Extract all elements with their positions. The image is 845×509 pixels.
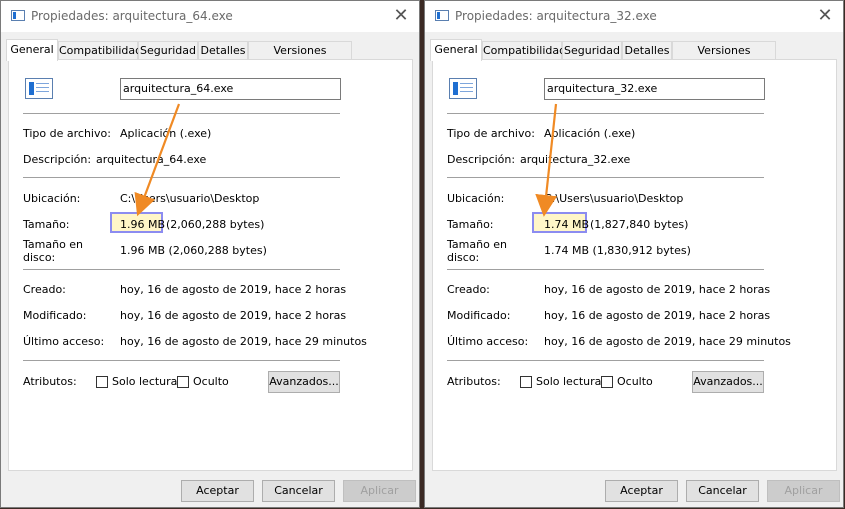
label-ultimo-acceso: Último acceso:	[447, 335, 529, 348]
value-descripcion: arquitectura_32.exe	[520, 153, 631, 166]
label-descripcion: Descripción:	[447, 153, 516, 166]
exe-file-icon	[25, 78, 53, 99]
avanzados-button[interactable]: Avanzados...	[268, 371, 340, 393]
value-tamano-disco: 1.74 MB (1,830,912 bytes)	[544, 244, 691, 257]
filename-field[interactable]: arquitectura_64.exe	[120, 78, 341, 100]
label-creado: Creado:	[23, 283, 66, 296]
label-modificado: Modificado:	[23, 309, 87, 322]
aplicar-button: Aplicar	[767, 480, 840, 502]
tab-seguridad[interactable]: Seguridad	[138, 41, 198, 59]
tab-versiones-anteriores[interactable]: Versiones anteriores	[672, 41, 776, 75]
general-panel: arquitectura_64.exe Tipo de archivo: Apl…	[8, 59, 413, 471]
value-tamano-mb: 1.74 MB	[544, 218, 590, 231]
label-tamano-disco-1: Tamaño en	[447, 238, 508, 251]
label-ultimo-acceso: Último acceso:	[23, 335, 105, 348]
label-solo-lectura[interactable]: Solo lectura	[536, 375, 601, 388]
value-modificado: hoy, 16 de agosto de 2019, hace 2 horas	[544, 309, 771, 322]
value-ultimo-acceso: hoy, 16 de agosto de 2019, hace 29 minut…	[120, 335, 367, 348]
general-panel: arquitectura_32.exe Tipo de archivo: Apl…	[432, 59, 837, 471]
tab-compatibilidad[interactable]: Compatibilidad	[58, 41, 142, 59]
separator	[23, 113, 340, 114]
label-oculto[interactable]: Oculto	[193, 375, 229, 388]
label-tamano-disco-1: Tamaño en	[23, 238, 84, 251]
label-ubicacion: Ubicación:	[23, 192, 81, 205]
filename-field[interactable]: arquitectura_32.exe	[544, 78, 765, 100]
properties-window-64: Propiedades: arquitectura_64.exe ✕ Gener…	[0, 0, 420, 508]
exe-file-icon	[449, 78, 477, 99]
window-title: Propiedades: arquitectura_32.exe	[455, 9, 657, 23]
tab-seguridad[interactable]: Seguridad	[562, 41, 622, 59]
label-atributos: Atributos:	[23, 375, 77, 388]
label-creado: Creado:	[447, 283, 490, 296]
title-bar[interactable]: Propiedades: arquitectura_32.exe ✕	[425, 1, 843, 32]
value-tamano-bytes: (2,060,288 bytes)	[166, 218, 265, 231]
aceptar-button[interactable]: Aceptar	[181, 480, 254, 502]
label-modificado: Modificado:	[447, 309, 511, 322]
cancelar-button[interactable]: Cancelar	[686, 480, 759, 502]
label-tamano-disco-2: disco:	[23, 251, 56, 264]
separator	[447, 269, 764, 270]
tab-detalles[interactable]: Detalles	[198, 41, 248, 59]
checkbox-solo-lectura[interactable]	[96, 376, 108, 388]
value-tamano-disco: 1.96 MB (2,060,288 bytes)	[120, 244, 267, 257]
checkbox-solo-lectura[interactable]	[520, 376, 532, 388]
window-icon	[435, 10, 449, 21]
checkbox-oculto[interactable]	[601, 376, 613, 388]
aplicar-button: Aplicar	[343, 480, 416, 502]
label-tipo: Tipo de archivo:	[447, 127, 535, 140]
value-ubicacion: C:\Users\usuario\Desktop	[120, 192, 260, 205]
value-modificado: hoy, 16 de agosto de 2019, hace 2 horas	[120, 309, 347, 322]
value-tipo: Aplicación (.exe)	[544, 127, 636, 140]
close-icon[interactable]: ✕	[813, 4, 837, 28]
label-tipo: Tipo de archivo:	[23, 127, 111, 140]
separator	[23, 177, 340, 178]
tab-versiones-anteriores[interactable]: Versiones anteriores	[248, 41, 352, 75]
tab-general[interactable]: General	[6, 39, 58, 61]
close-icon[interactable]: ✕	[389, 4, 413, 28]
separator	[23, 360, 340, 361]
cancelar-button[interactable]: Cancelar	[262, 480, 335, 502]
label-descripcion: Descripción:	[23, 153, 92, 166]
label-oculto[interactable]: Oculto	[617, 375, 653, 388]
value-creado: hoy, 16 de agosto de 2019, hace 2 horas	[120, 283, 347, 296]
tab-detalles[interactable]: Detalles	[622, 41, 672, 59]
tab-general[interactable]: General	[430, 39, 482, 61]
window-title: Propiedades: arquitectura_64.exe	[31, 9, 233, 23]
aceptar-button[interactable]: Aceptar	[605, 480, 678, 502]
label-ubicacion: Ubicación:	[447, 192, 505, 205]
value-creado: hoy, 16 de agosto de 2019, hace 2 horas	[544, 283, 771, 296]
checkbox-oculto[interactable]	[177, 376, 189, 388]
avanzados-button[interactable]: Avanzados...	[692, 371, 764, 393]
separator	[447, 360, 764, 361]
value-tipo: Aplicación (.exe)	[120, 127, 212, 140]
separator	[447, 113, 764, 114]
label-tamano: Tamaño:	[447, 218, 494, 231]
value-tamano-mb: 1.96 MB	[120, 218, 166, 231]
separator	[447, 177, 764, 178]
tab-compatibilidad[interactable]: Compatibilidad	[482, 41, 566, 59]
separator	[23, 269, 340, 270]
value-ubicacion: C:\Users\usuario\Desktop	[544, 192, 684, 205]
label-tamano-disco-2: disco:	[447, 251, 480, 264]
title-bar[interactable]: Propiedades: arquitectura_64.exe ✕	[1, 1, 419, 32]
window-icon	[11, 10, 25, 21]
label-atributos: Atributos:	[447, 375, 501, 388]
properties-window-32: Propiedades: arquitectura_32.exe ✕ Gener…	[424, 0, 844, 508]
value-ultimo-acceso: hoy, 16 de agosto de 2019, hace 29 minut…	[544, 335, 791, 348]
value-descripcion: arquitectura_64.exe	[96, 153, 207, 166]
value-tamano-bytes: (1,827,840 bytes)	[590, 218, 689, 231]
label-tamano: Tamaño:	[23, 218, 70, 231]
label-solo-lectura[interactable]: Solo lectura	[112, 375, 177, 388]
